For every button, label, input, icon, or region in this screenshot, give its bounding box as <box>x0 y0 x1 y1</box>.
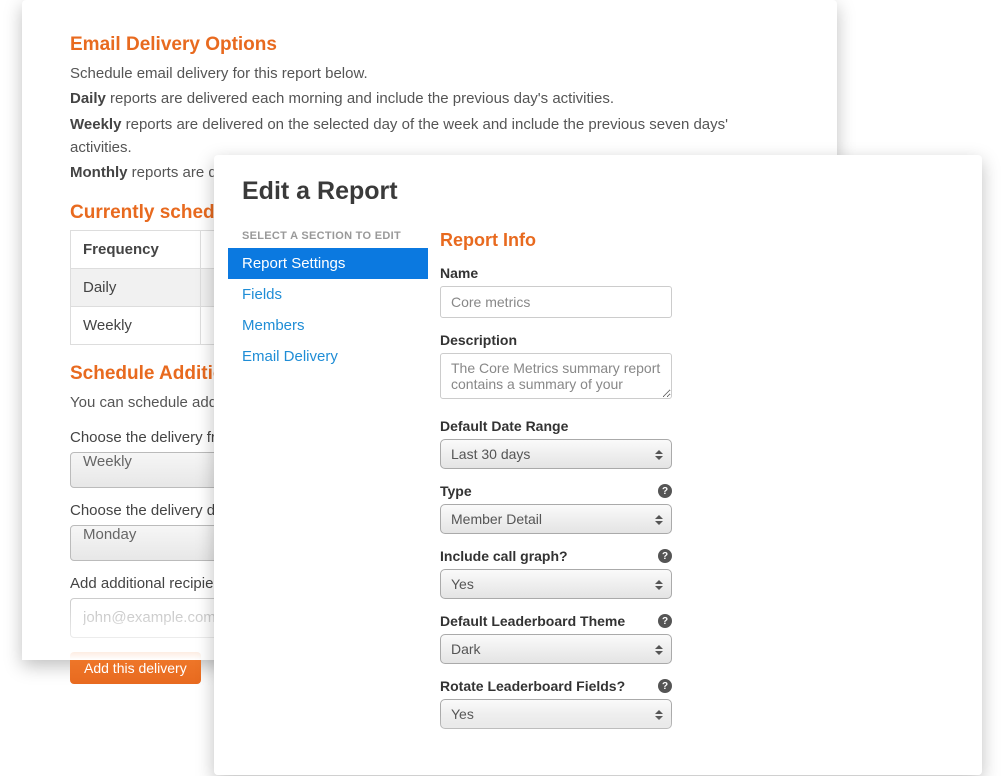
edit-report-panel: Edit a Report SELECT A SECTION TO EDIT R… <box>214 155 982 775</box>
type-select[interactable]: Member Detail <box>440 504 672 534</box>
sidebar-item-members[interactable]: Members <box>228 310 428 341</box>
call-graph-select[interactable]: Yes <box>440 569 672 599</box>
sidebar-heading: SELECT A SECTION TO EDIT <box>228 230 428 248</box>
chevron-updown-icon <box>651 508 667 532</box>
name-input[interactable] <box>440 286 672 318</box>
date-range-label: Default Date Range <box>440 418 672 434</box>
help-icon[interactable]: ? <box>658 549 672 563</box>
rotate-select[interactable]: Yes <box>440 699 672 729</box>
col-frequency: Frequency <box>71 231 201 269</box>
sidebar-item-email-delivery[interactable]: Email Delivery <box>228 341 428 372</box>
panel-title: Edit a Report <box>242 177 954 206</box>
description-textarea[interactable]: The Core Metrics summary report contains… <box>440 353 672 399</box>
section-title-email-delivery: Email Delivery Options <box>70 34 789 56</box>
report-info-form: Report Info Name Description The Core Me… <box>440 230 720 729</box>
sidebar-item-report-settings[interactable]: Report Settings <box>228 248 428 279</box>
description-label: Description <box>440 332 672 348</box>
weekly-desc: Weekly reports are delivered on the sele… <box>70 113 789 160</box>
type-label: Type ? <box>440 483 672 499</box>
add-delivery-button[interactable]: Add this delivery <box>70 652 201 684</box>
rotate-label: Rotate Leaderboard Fields? ? <box>440 678 672 694</box>
chevron-updown-icon <box>651 443 667 467</box>
intro-text: Schedule email delivery for this report … <box>70 62 789 85</box>
help-icon[interactable]: ? <box>658 484 672 498</box>
call-graph-label: Include call graph? ? <box>440 548 672 564</box>
theme-select[interactable]: Dark <box>440 634 672 664</box>
chevron-updown-icon <box>651 703 667 727</box>
daily-desc: Daily reports are delivered each morning… <box>70 87 789 110</box>
chevron-updown-icon <box>651 573 667 597</box>
date-range-select[interactable]: Last 30 days <box>440 439 672 469</box>
help-icon[interactable]: ? <box>658 679 672 693</box>
form-heading: Report Info <box>440 230 720 251</box>
section-sidebar: SELECT A SECTION TO EDIT Report Settings… <box>228 230 428 729</box>
help-icon[interactable]: ? <box>658 614 672 628</box>
name-label: Name <box>440 265 672 281</box>
theme-label: Default Leaderboard Theme ? <box>440 613 672 629</box>
chevron-updown-icon <box>651 638 667 662</box>
sidebar-item-fields[interactable]: Fields <box>228 279 428 310</box>
